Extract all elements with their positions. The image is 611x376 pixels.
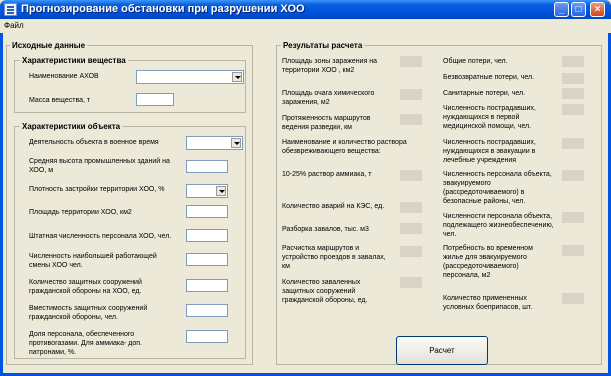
result-label: Численность пострадавших, нуждающихся в … — [443, 139, 536, 164]
building-height-input[interactable] — [186, 160, 228, 173]
substance-name-label: Наименование АХОВ — [29, 73, 99, 80]
results-group-title: Результаты расчета — [281, 41, 365, 50]
result-label: Количество заваленных защитных сооружени… — [282, 279, 368, 304]
substance-name-select[interactable] — [136, 70, 244, 84]
result-label: Потребность во временном жилье для эваку… — [443, 245, 533, 279]
menu-bar: Файл — [0, 19, 611, 33]
window-title: Прогнозирование обстановки при разрушени… — [21, 3, 305, 15]
menu-file[interactable]: Файл — [4, 21, 24, 30]
result-label: Безвозвратные потери, чел. — [443, 74, 535, 81]
calculate-button[interactable]: Расчет — [396, 336, 488, 365]
result-value — [400, 114, 422, 125]
capacity-label: Вместимость защитных сооружений гражданс… — [29, 305, 148, 321]
app-icon — [4, 3, 17, 16]
result-value — [562, 245, 584, 256]
result-value — [562, 170, 584, 181]
result-value — [400, 56, 422, 67]
activity-label: Деятельность объекта в военное время — [29, 139, 159, 146]
result-value — [400, 89, 422, 100]
input-group-title: Исходные данные — [10, 41, 88, 50]
result-label: Площадь зоны заражения на территории ХОО… — [282, 58, 378, 74]
staff-input[interactable] — [186, 229, 228, 242]
result-label: 10-25% раствор аммиака, т — [282, 171, 372, 178]
result-label: Численности персонала объекта, подлежаще… — [443, 213, 554, 238]
result-value — [562, 212, 584, 223]
result-label: Разборка завалов, тыс. м3 — [282, 226, 369, 233]
result-value — [400, 246, 422, 257]
result-label: Санитарные потери, чел. — [443, 90, 526, 97]
shift-label: Численность наибольшей работающей смены … — [29, 253, 157, 269]
capacity-input[interactable] — [186, 304, 228, 317]
gasmask-input[interactable] — [186, 330, 228, 343]
close-button[interactable]: × — [590, 2, 605, 17]
activity-select[interactable] — [186, 136, 243, 150]
shelters-input[interactable] — [186, 279, 228, 292]
result-label: Расчистка маршрутов и устройство проездо… — [282, 245, 386, 270]
substance-group-title: Характеристики вещества — [20, 56, 128, 65]
result-value — [562, 73, 584, 84]
result-label: Общие потери, чел. — [443, 58, 508, 65]
substance-group — [14, 60, 246, 113]
chevron-down-icon[interactable] — [216, 186, 226, 196]
minimize-button[interactable]: _ — [554, 2, 569, 17]
substance-mass-label: Масса вещества, т — [29, 97, 91, 104]
result-value — [562, 104, 584, 115]
result-value — [562, 88, 584, 99]
result-value — [562, 56, 584, 67]
title-bar: Прогнозирование обстановки при разрушени… — [0, 0, 611, 19]
gasmask-label: Доля персонала, обеспеченного противогаз… — [29, 331, 142, 356]
result-label: Численность пострадавших, нуждающихся в … — [443, 105, 536, 130]
result-label: Количество примененных условных боеприпа… — [443, 295, 533, 311]
result-value — [400, 170, 422, 181]
maximize-button[interactable]: □ — [571, 2, 586, 17]
result-label: Протяженность маршрутов ведения разведки… — [282, 115, 371, 131]
shift-input[interactable] — [186, 253, 228, 266]
result-value — [400, 202, 422, 213]
object-group-title: Характеристики объекта — [20, 122, 123, 131]
result-value — [562, 138, 584, 149]
result-value — [400, 223, 422, 234]
result-label: Численность персонала объекта, эвакуируе… — [443, 171, 552, 205]
building-height-label: Средняя высота промышленных зданий на ХО… — [29, 158, 170, 174]
shelters-label: Количество защитных сооружений гражданск… — [29, 279, 142, 295]
result-label: Наименование и количество раствора обезв… — [282, 139, 407, 155]
density-label: Плотность застройки территории ХОО, % — [29, 186, 165, 193]
chevron-down-icon[interactable] — [232, 72, 242, 82]
area-input[interactable] — [186, 205, 228, 218]
result-value — [400, 277, 422, 288]
staff-label: Штатная численность персонала ХОО, чел. — [29, 233, 172, 240]
area-label: Площадь территории ХОО, км2 — [29, 209, 132, 216]
chevron-down-icon[interactable] — [231, 138, 241, 148]
substance-mass-input[interactable] — [136, 93, 174, 106]
result-value — [562, 293, 584, 304]
density-select[interactable] — [186, 184, 228, 198]
result-label: Площадь очага химического заражения, м2 — [282, 90, 375, 106]
result-label: Количество аварий на КЭС, ед. — [282, 203, 385, 210]
